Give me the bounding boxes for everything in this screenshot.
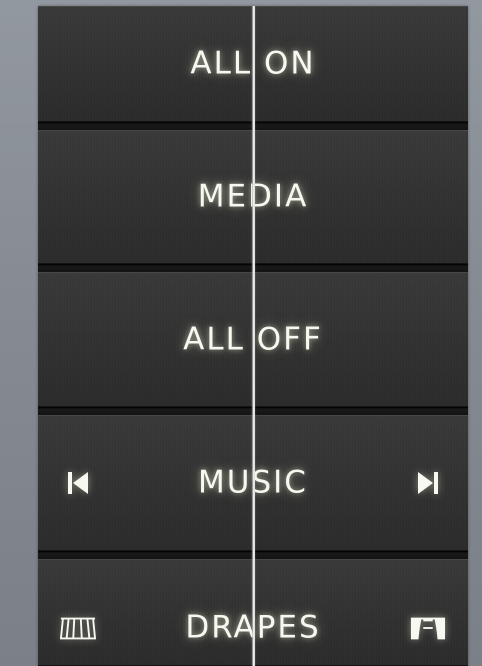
music-button[interactable]: MUSIC: [38, 415, 468, 551]
control-panel: ALL ON MEDIA ALL OFF MUSIC DRAPES: [38, 6, 468, 666]
separator: [38, 407, 468, 415]
drapes-button[interactable]: DRAPES: [38, 559, 468, 666]
all-off-label: ALL OFF: [183, 321, 323, 357]
all-on-button[interactable]: ALL ON: [38, 6, 468, 122]
music-label: MUSIC: [198, 464, 308, 501]
drapes-open-icon[interactable]: [410, 610, 446, 646]
skip-next-icon[interactable]: [410, 465, 446, 501]
separator: [38, 264, 468, 272]
all-off-button[interactable]: ALL OFF: [38, 272, 468, 407]
media-button[interactable]: MEDIA: [38, 130, 468, 264]
all-on-label: ALL ON: [190, 45, 316, 82]
drapes-label: DRAPES: [185, 609, 321, 646]
media-label: MEDIA: [197, 178, 309, 215]
separator: [38, 551, 468, 559]
separator: [38, 122, 468, 130]
